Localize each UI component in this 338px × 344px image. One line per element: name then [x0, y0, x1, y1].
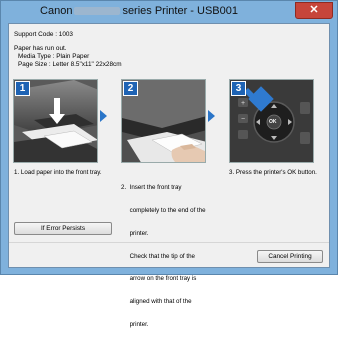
step-2-text: 2. Insert the front tray completely to t…: [121, 169, 206, 344]
step-arrow-icon: [208, 110, 215, 122]
step-2-illustration: 2: [121, 79, 206, 163]
step-2-line: aligned with that of the: [121, 298, 192, 306]
step-2-line: printer.: [121, 229, 149, 237]
step-2-line: 2. Insert the front tray: [121, 184, 182, 192]
if-error-persists-button[interactable]: If Error Persists: [14, 222, 112, 235]
step-3-badge: 3: [231, 81, 246, 96]
close-button[interactable]: ✕: [295, 2, 333, 19]
step-3-line: 3. Press the printer's OK button.: [229, 169, 317, 176]
ok-button-label: OK: [269, 119, 277, 125]
step-2-line: completely to the end of the: [121, 206, 206, 214]
cancel-printing-button[interactable]: Cancel Printing: [257, 250, 323, 263]
step-2-line: printer.: [121, 320, 149, 328]
window-title-brand: Canon: [40, 5, 73, 17]
dialog-body: Support Code : 1003 Paper has run out. M…: [8, 23, 330, 328]
step-2-line: arrow on the front tray is: [121, 275, 197, 283]
step-1-text: 1. Load paper into the front tray.: [14, 169, 102, 177]
svg-text:−: −: [241, 116, 245, 123]
dialog-window: Canon series Printer - USB001 ✕ Support C…: [0, 0, 338, 328]
page-size: Page Size : Letter 8.5"x11" 22x28cm: [18, 61, 122, 68]
window-title: Canon series Printer - USB001: [1, 5, 277, 17]
step-3-text: 3. Press the printer's OK button.: [229, 169, 317, 177]
step-2-line: Check that the tip of the: [121, 252, 195, 260]
title-bar: Canon series Printer - USB001 ✕: [1, 1, 337, 23]
error-message: Paper has run out.: [14, 45, 67, 52]
step-2-badge: 2: [123, 81, 138, 96]
divider: [9, 242, 329, 243]
step-1-illustration: 1: [13, 79, 98, 163]
step-arrow-icon: [100, 110, 107, 122]
close-icon: ✕: [309, 4, 319, 16]
step-3-illustration: + − 3 OK: [229, 79, 314, 163]
redacted-model-name: [74, 7, 121, 16]
window-title-suffix: series Printer - USB001: [122, 5, 238, 17]
step-1-line: 1. Load paper into the front tray.: [14, 169, 102, 176]
svg-text:+: +: [241, 100, 245, 107]
media-type: Media Type : Plain Paper: [18, 53, 90, 60]
step-1-badge: 1: [15, 81, 30, 96]
support-code: Support Code : 1003: [14, 31, 73, 38]
